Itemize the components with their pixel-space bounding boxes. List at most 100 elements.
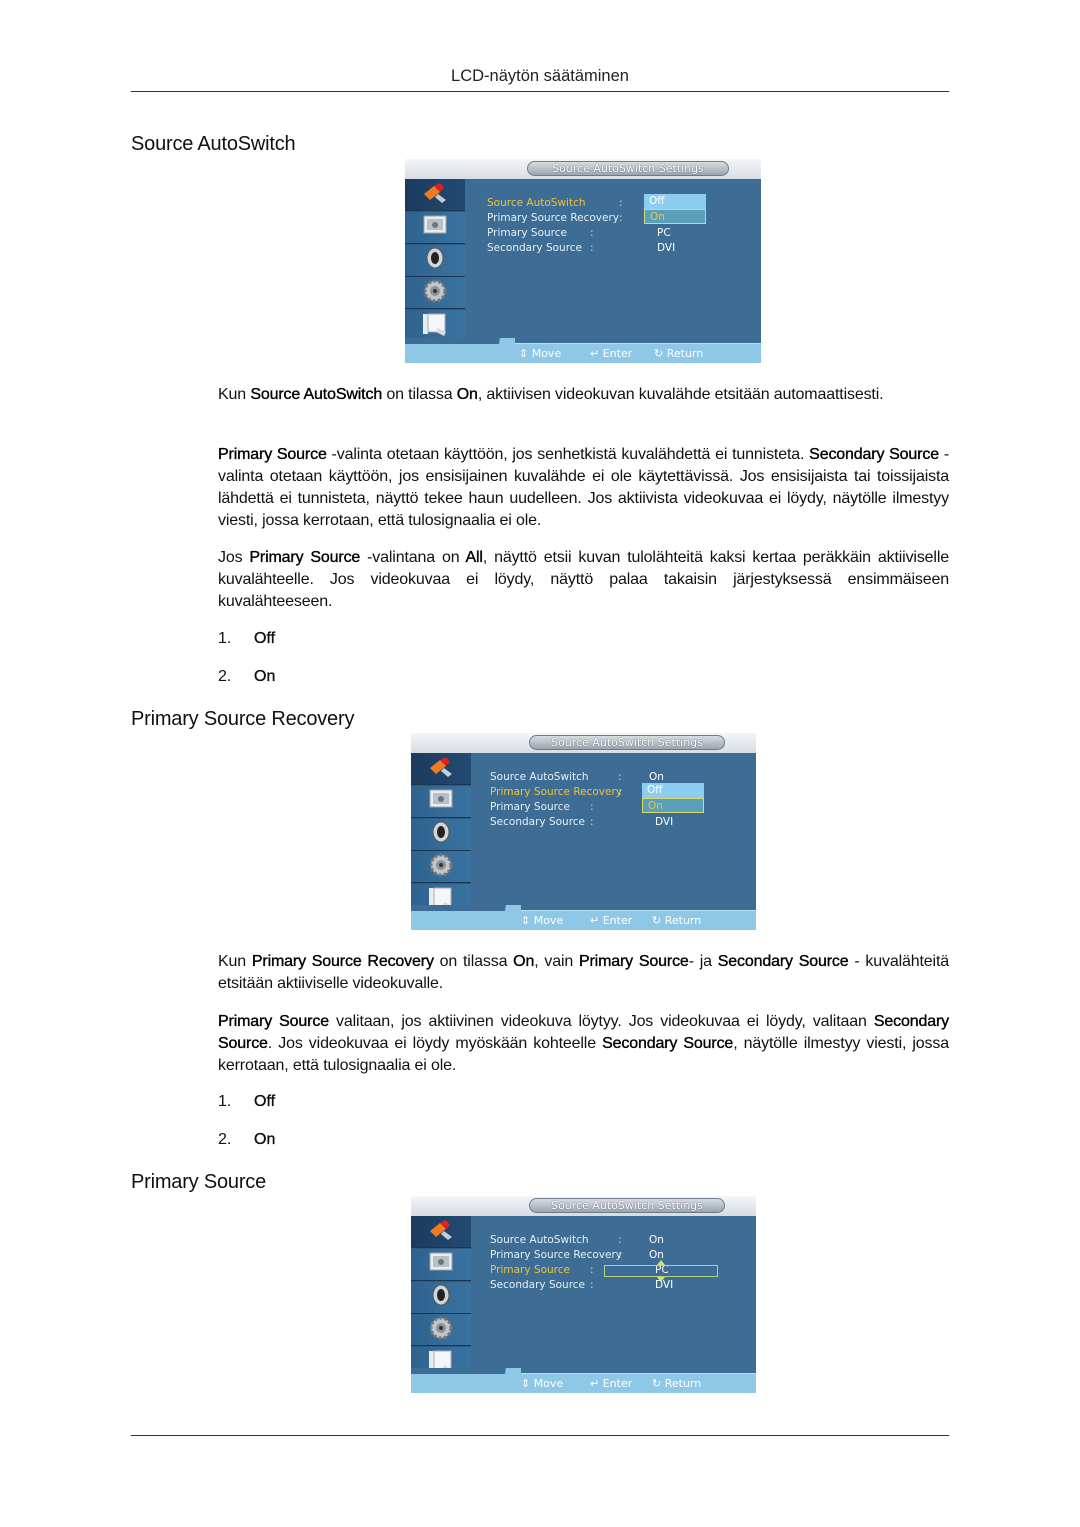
- section-title-primary-source-recovery: Primary Source Recovery: [131, 708, 355, 730]
- osd-colon: :: [590, 242, 594, 254]
- osd-hint-move: ⇕ Move: [521, 914, 564, 927]
- multi-control-icon: [420, 311, 450, 341]
- osd-sidebar-item[interactable]: [405, 244, 465, 277]
- osd-dropdown-option-off[interactable]: Off: [642, 783, 704, 798]
- osd-dropdown-option-off[interactable]: Off: [644, 194, 706, 209]
- osd-menu-value: DVI: [657, 242, 676, 254]
- option-list-item: 1. Off: [218, 630, 275, 648]
- osd-colon: :: [619, 197, 623, 209]
- option-list-item: 2. On: [218, 668, 276, 686]
- osd-hint-bar: ⇕ Move ↵ Enter ↻ Return: [405, 338, 761, 363]
- paragraph: Primary Source -valinta otetaan käyttöön…: [218, 446, 949, 529]
- setup-icon: [426, 1315, 456, 1345]
- term: Primary Source: [218, 1013, 329, 1030]
- osd-sidebar-item[interactable]: [411, 1248, 471, 1281]
- osd-menu-item[interactable]: Source AutoSwitch: [490, 771, 589, 783]
- osd-hint-bar: ⇕ Move ↵ Enter ↻ Return: [411, 905, 756, 930]
- header-rule: [131, 91, 949, 92]
- osd-dropdown[interactable]: Off On: [642, 783, 704, 813]
- input-icon: [420, 180, 450, 210]
- osd-menu-item[interactable]: Primary Source: [490, 1264, 570, 1276]
- osd-hint-move: ⇕ Move: [521, 1377, 564, 1390]
- paragraph: Kun Primary Source Recovery on tilassa O…: [218, 953, 950, 992]
- picture-icon: [420, 212, 450, 242]
- osd-sidebar-item[interactable]: [411, 1281, 471, 1314]
- sound-icon: [426, 819, 456, 849]
- osd-colon: :: [590, 816, 594, 828]
- osd-hint-bar-wedge: [411, 1368, 521, 1374]
- osd-menu-item[interactable]: Primary Source Recovery: [487, 212, 619, 224]
- osd-screenshot-1: Source AutoSwitch Settings Source AutoSwi…: [405, 159, 761, 363]
- osd-sidebar-item[interactable]: [405, 277, 465, 310]
- osd-sidebar-item[interactable]: [411, 818, 471, 851]
- sound-icon: [420, 245, 450, 275]
- option-list-item: 2. On: [218, 1131, 276, 1149]
- osd-sidebar: [411, 1216, 471, 1380]
- osd-title: Source AutoSwitch Settings: [527, 161, 729, 176]
- osd-menu-item[interactable]: Primary Source: [490, 801, 570, 813]
- term: On: [456, 386, 479, 403]
- osd-menu-item[interactable]: Primary Source Recovery: [490, 786, 622, 798]
- osd-colon: :: [590, 1279, 594, 1291]
- osd-sidebar-item[interactable]: [405, 211, 465, 244]
- osd-title: Source AutoSwitch Settings: [529, 1198, 725, 1213]
- osd-menu-value: DVI: [655, 816, 674, 828]
- osd-picker-down-arrow-icon[interactable]: [657, 1277, 665, 1282]
- osd-dropdown[interactable]: Off On: [644, 194, 706, 224]
- option-label: On: [254, 668, 276, 685]
- osd-sidebar-item[interactable]: [411, 851, 471, 884]
- osd-hint-bar: ⇕ Move ↵ Enter ↻ Return: [411, 1368, 756, 1393]
- osd-sidebar: [405, 179, 465, 343]
- term: Primary Source Recovery: [251, 953, 434, 970]
- osd-menu-item[interactable]: Secondary Source: [487, 242, 582, 254]
- term: On: [513, 953, 535, 970]
- osd-hint-enter: ↵ Enter: [590, 347, 633, 360]
- osd-sidebar-item[interactable]: [405, 179, 465, 211]
- picture-icon: [426, 1249, 456, 1279]
- picture-icon: [426, 786, 456, 816]
- osd-sidebar-item[interactable]: [411, 785, 471, 818]
- osd-hint-bar-wedge: [411, 905, 521, 911]
- osd-menu-item[interactable]: Primary Source: [487, 227, 567, 239]
- option-number: 2.: [218, 1131, 232, 1148]
- osd-menu-item[interactable]: Primary Source Recovery: [490, 1249, 622, 1261]
- option-list-item: 1. Off: [218, 1093, 275, 1111]
- osd-menu-item[interactable]: Secondary Source: [490, 1279, 585, 1291]
- osd-hint-return: ↻ Return: [652, 914, 702, 927]
- osd-value-picker[interactable]: [604, 1265, 718, 1277]
- osd-sidebar-item[interactable]: [411, 1216, 471, 1248]
- osd-sidebar-item[interactable]: [411, 753, 471, 785]
- osd-sidebar: [411, 753, 471, 917]
- osd-screenshot-3: Source AutoSwitch Settings Source AutoSwi…: [411, 1196, 756, 1393]
- option-number: 1.: [218, 630, 232, 647]
- section-title-source-autoswitch: Source AutoSwitch: [131, 133, 296, 155]
- running-header: LCD-näytön säätäminen: [451, 67, 629, 85]
- osd-colon: :: [618, 771, 622, 783]
- osd-menu-item[interactable]: Source AutoSwitch: [490, 1234, 589, 1246]
- osd-colon: :: [618, 1249, 622, 1261]
- option-number: 1.: [218, 1093, 232, 1110]
- osd-colon: :: [618, 786, 622, 798]
- osd-hint-enter: ↵ Enter: [590, 914, 633, 927]
- option-label: Off: [254, 630, 276, 647]
- osd-dropdown-option-on[interactable]: On: [642, 798, 704, 813]
- option-label: Off: [254, 1093, 276, 1110]
- term: All: [465, 549, 483, 566]
- setup-icon: [426, 852, 456, 882]
- osd-screenshot-2: Source AutoSwitch Settings Source AutoSwi…: [411, 733, 756, 930]
- section-title-primary-source: Primary Source: [131, 1171, 267, 1193]
- option-label: On: [254, 1131, 276, 1148]
- osd-colon: :: [618, 1234, 622, 1246]
- osd-colon: :: [590, 227, 594, 239]
- term: Primary Source: [249, 549, 361, 566]
- osd-picker-up-arrow-icon[interactable]: [657, 1260, 665, 1265]
- paragraph: Jos Primary Source -valintana on All, nä…: [218, 549, 949, 610]
- term: Secon­dary Source: [809, 446, 939, 463]
- osd-menu-item[interactable]: Secondary Source: [490, 816, 585, 828]
- osd-menu-item[interactable]: Source AutoSwitch: [487, 197, 586, 209]
- sound-icon: [426, 1282, 456, 1312]
- osd-hint-enter: ↵ Enter: [590, 1377, 633, 1390]
- osd-dropdown-option-on[interactable]: On: [644, 209, 706, 224]
- osd-sidebar-item[interactable]: [411, 1314, 471, 1347]
- term: Source AutoSwitch: [250, 386, 383, 403]
